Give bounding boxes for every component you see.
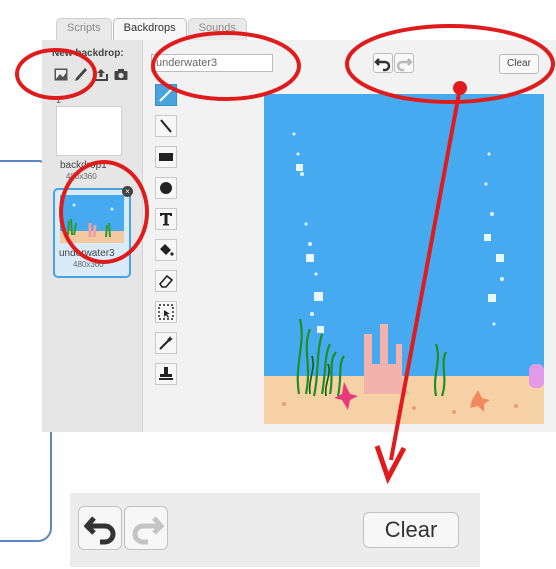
text-tool[interactable] [155,208,177,230]
redo-button[interactable] [394,53,414,73]
zoom-undo-button[interactable] [78,506,122,550]
drawing-canvas[interactable] [264,94,544,424]
clear-button[interactable]: Clear [499,54,539,74]
select-tool[interactable] [155,301,177,323]
line-tool[interactable] [155,115,177,137]
upload-icon[interactable] [94,68,108,81]
undo-button[interactable] [373,53,393,73]
paintbrush-icon[interactable] [74,68,88,81]
paint-backdrop-icon[interactable] [54,68,68,81]
underwater3-size: 480x360 [73,260,104,269]
zoom-redo-button[interactable] [124,506,168,550]
underwater3-thumbnail [60,195,124,243]
backdrop-number: 1 [56,95,62,105]
rectangle-tool[interactable] [155,146,177,168]
text-icon [160,213,172,226]
undo-icon [374,58,391,72]
backdrop1-thumbnail[interactable] [56,106,122,156]
redo-icon [132,516,165,545]
arrow-head [374,445,407,485]
underwater3-name: underwater3 [59,248,115,259]
ellipse-tool[interactable] [155,177,177,199]
stamp-icon [159,367,173,380]
backdrop1-size: 480x360 [66,172,97,181]
paint-bucket-icon [160,244,174,256]
stamp-tool[interactable] [155,363,177,385]
scratch-editor: Scripts Backdrops Sounds New backdrop: 1… [42,0,556,432]
magic-wand-tool[interactable] [155,332,177,354]
new-backdrop-icons [54,68,128,81]
paint-toolbar [155,84,179,394]
magic-wand-icon [159,336,173,350]
tab-scripts[interactable]: Scripts [56,18,112,41]
undo-icon [83,516,116,545]
tab-backdrops[interactable]: Backdrops [112,18,187,41]
ellipse-icon [160,182,172,194]
zoomed-toolbar: Clear [70,493,480,567]
fill-tool[interactable] [155,239,177,261]
backdrop-item-underwater3[interactable]: × underwater3 480x360 [53,186,133,278]
brush-tool[interactable] [155,84,177,106]
redo-icon [396,58,413,72]
select-icon [158,304,174,320]
eraser-icon [158,274,174,288]
backdrop1-name: backdrop1 [60,160,107,171]
tab-bar: Scripts Backdrops Sounds [56,18,248,41]
eraser-tool[interactable] [155,270,177,292]
zoom-clear-button[interactable]: Clear [363,512,459,548]
backdrop-name-input[interactable] [151,54,273,72]
brush-icon [159,88,173,102]
paint-editor: Clear [142,40,556,432]
rectangle-icon [159,153,173,161]
backdrop-list: New backdrop: 1 backdrop1 480x360 × unde… [42,40,142,432]
camera-icon[interactable] [114,68,128,81]
line-icon [160,119,172,133]
close-icon[interactable]: × [122,186,133,197]
new-backdrop-label: New backdrop: [52,48,124,59]
tab-sounds[interactable]: Sounds [187,18,247,41]
